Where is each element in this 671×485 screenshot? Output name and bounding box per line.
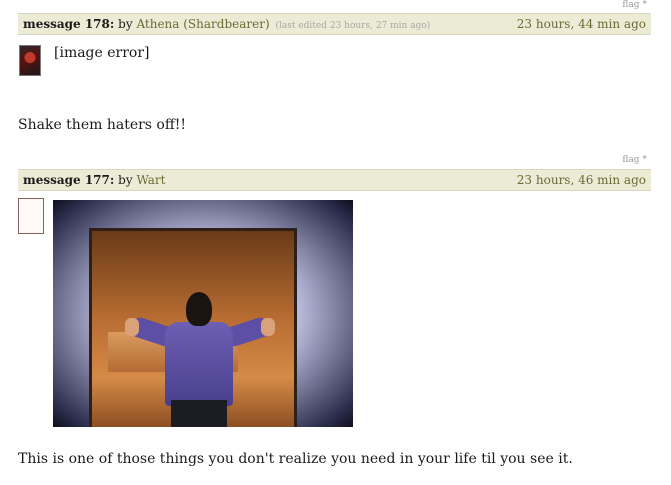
animated-gif-image — [53, 200, 353, 427]
message-number: message 177: — [23, 173, 115, 187]
author-link[interactable]: Athena (Shardbearer) — [136, 17, 269, 31]
flag-link-178[interactable]: flag * — [622, 0, 647, 10]
avatar[interactable] — [19, 45, 41, 76]
flag-label: flag — [622, 0, 640, 10]
by-label: by — [118, 17, 133, 31]
flag-label: flag — [622, 155, 640, 165]
by-label: by — [118, 173, 133, 187]
avatar[interactable] — [18, 198, 44, 234]
edited-note: (last edited 23 hours, 27 min ago) — [275, 21, 431, 31]
message-meta: message 178: by Athena (Shardbearer) (la… — [23, 14, 430, 36]
message-body: Shake them haters off!! — [18, 117, 187, 133]
image-error-text: [image error] — [54, 45, 150, 61]
message-timestamp[interactable]: 23 hours, 46 min ago — [517, 170, 646, 190]
flag-link-177[interactable]: flag * — [622, 155, 647, 165]
flag-star: * — [642, 155, 648, 165]
message-body: This is one of those things you don't re… — [18, 451, 573, 467]
gif-person-torso — [165, 322, 233, 406]
flag-star: * — [642, 0, 648, 10]
author-link[interactable]: Wart — [136, 173, 165, 187]
message-header-178: message 178: by Athena (Shardbearer) (la… — [18, 13, 651, 35]
gif-person-pants — [171, 400, 227, 427]
message-number: message 178: — [23, 17, 115, 31]
message-header-177: message 177: by Wart 23 hours, 46 min ag… — [18, 169, 651, 191]
gif-hand-right — [261, 318, 275, 336]
message-meta: message 177: by Wart — [23, 170, 165, 190]
gif-person-head — [186, 292, 212, 326]
gif-hand-left — [125, 318, 139, 336]
message-timestamp[interactable]: 23 hours, 44 min ago — [517, 14, 646, 34]
